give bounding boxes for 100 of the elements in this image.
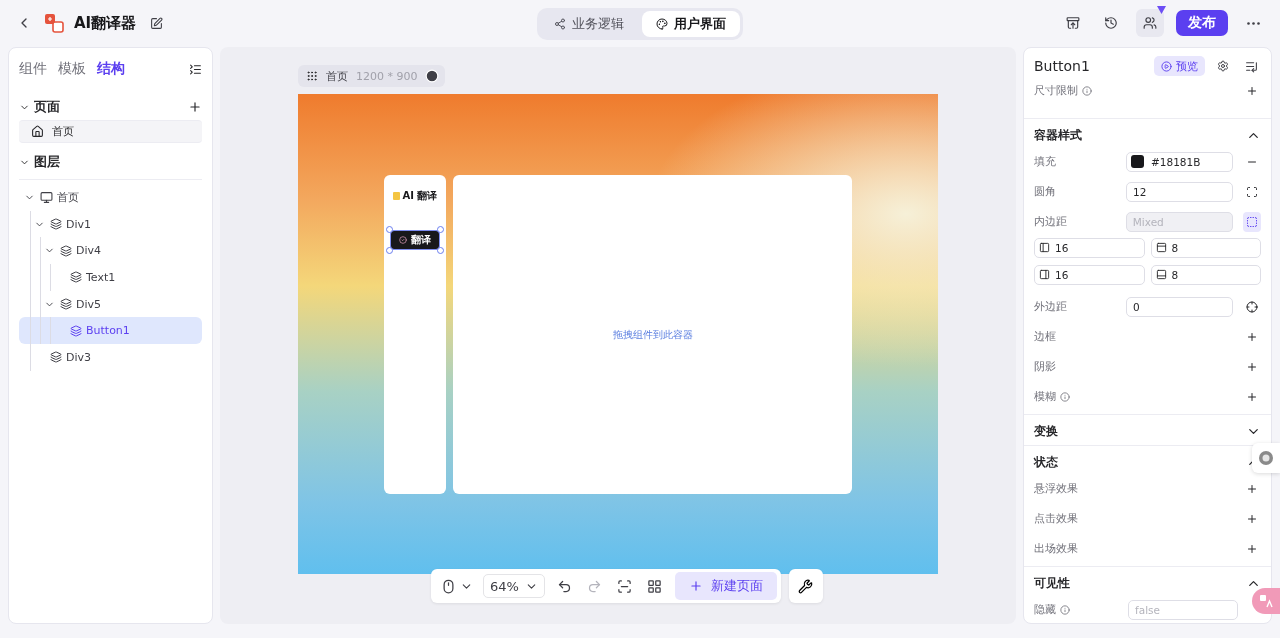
layer-label: 首页 [57,189,79,205]
input-field[interactable]: 12 [1125,182,1234,202]
undo-icon [557,578,573,594]
panel-tab[interactable]: 组件 [19,60,47,78]
plus-icon[interactable] [1246,85,1258,97]
monitor-icon [40,190,53,204]
add-page-icon[interactable] [188,100,202,114]
input-field[interactable]: Mixed [1125,212,1233,232]
panel-bottom-icon [1155,269,1167,280]
plus-icon[interactable] [1246,331,1258,343]
layer-label: Button1 [86,324,130,338]
color-field[interactable]: #18181B [1125,152,1234,172]
expand-padding-button[interactable] [1243,212,1261,232]
app-logo-icon [44,13,64,33]
translate-button[interactable]: 翻译 [390,230,440,250]
layer-label: Div1 [66,217,92,231]
input-field[interactable]: false [1128,600,1238,620]
property-label: 边框 [1034,330,1056,344]
plus-icon[interactable] [1246,361,1258,373]
box-select-icon [1246,216,1258,228]
input-field[interactable]: 16 [1034,265,1145,285]
panel-left-icon [1039,242,1050,253]
zoom-select[interactable]: 64% [483,574,545,598]
layer-label: Div4 [76,244,102,258]
settings-icon [1217,60,1229,72]
property-label: 悬浮效果 [1034,482,1078,496]
crosshair-icon[interactable] [1246,301,1259,313]
layer-item[interactable]: Div1 [19,210,202,238]
plus-icon[interactable] [1246,483,1258,495]
play-icon[interactable] [425,69,440,83]
property-label: 出场效果 [1034,542,1078,556]
property-label: 阴影 [1034,360,1056,374]
new-page-button[interactable]: 新建页面 [674,572,777,600]
app-title: AI翻译器 [74,13,137,33]
property-label: 圆角 [1034,185,1056,199]
input-field[interactable]: 8 [1150,265,1261,285]
property-label: 内边距 [1034,215,1067,229]
input-field[interactable]: 0 [1125,297,1234,317]
input-field[interactable]: 8 [1150,238,1261,258]
resize-handle[interactable] [386,226,393,233]
page-name: 首页 [326,68,348,84]
layer-label: Div5 [76,297,102,311]
fit-screen-icon [617,578,633,594]
redo-icon [587,578,603,594]
mode-tab[interactable]: 用户界面 [642,11,740,37]
preview-button[interactable]: 预览 [1154,56,1205,76]
layer-item[interactable]: Button1 [19,317,202,345]
check-circle-icon [399,236,407,244]
layer-item[interactable]: 首页 [19,184,202,211]
house-icon [31,125,44,138]
section-title: 变换 [1034,422,1059,440]
resize-handle[interactable] [437,226,444,233]
inspector-title: Button1 [1034,58,1091,74]
panel-tab[interactable]: 结构 [97,60,125,78]
wrench-icon [798,578,814,594]
history-icon [1104,16,1118,30]
layers-icon [60,244,72,257]
plus-icon[interactable] [1246,391,1258,403]
panel-tab[interactable]: 模板 [58,60,86,78]
grid-icon [647,578,663,594]
section-title: 容器样式 [1034,126,1083,144]
resize-handle[interactable] [437,247,444,254]
property-label: 填充 [1034,155,1056,169]
page-item[interactable]: 首页 [19,120,202,143]
share-nodes-icon [554,18,566,30]
drag-handle-icon [306,70,318,82]
plus-icon [688,579,703,593]
tools-button[interactable] [788,569,823,603]
layer-item[interactable]: Div4 [19,237,202,265]
mode-tab[interactable]: 业务逻辑 [540,11,638,37]
publish-button[interactable]: 发布 [1176,10,1228,36]
collapse-panel-icon[interactable] [189,62,202,76]
drop-hint: 拖拽组件到此容器 [612,327,693,342]
layers-icon [50,351,62,364]
layer-item[interactable]: Text1 [19,264,202,291]
more-icon [1246,21,1260,25]
list-icon [1244,59,1258,73]
layers-icon [70,324,82,337]
property-label: 尺寸限制 [1034,84,1078,98]
plus-icon[interactable] [1246,513,1258,525]
mouse-icon [441,578,456,594]
plus-icon[interactable] [1246,543,1258,555]
collaborators-button[interactable] [1136,9,1164,37]
pointer-mode-button[interactable] [441,578,473,594]
layer-label: Text1 [86,270,116,284]
corners-icon[interactable] [1246,186,1259,198]
layer-label: Div3 [66,350,92,364]
resize-handle[interactable] [386,247,393,254]
property-label: 外边距 [1034,300,1067,314]
layer-item[interactable]: Div3 [19,344,202,371]
users-icon [1143,16,1157,30]
edit-icon [149,16,163,30]
input-field[interactable]: 16 [1034,238,1145,258]
panel-top-icon [1155,242,1167,253]
property-label: 点击效果 [1034,512,1078,526]
section-title: 可见性 [1034,574,1071,592]
panel-right-icon [1039,269,1050,280]
page-chip[interactable]: 首页 1200 * 900 [298,65,446,87]
logo-icon [392,192,400,200]
section-title: 图层 [34,153,61,171]
